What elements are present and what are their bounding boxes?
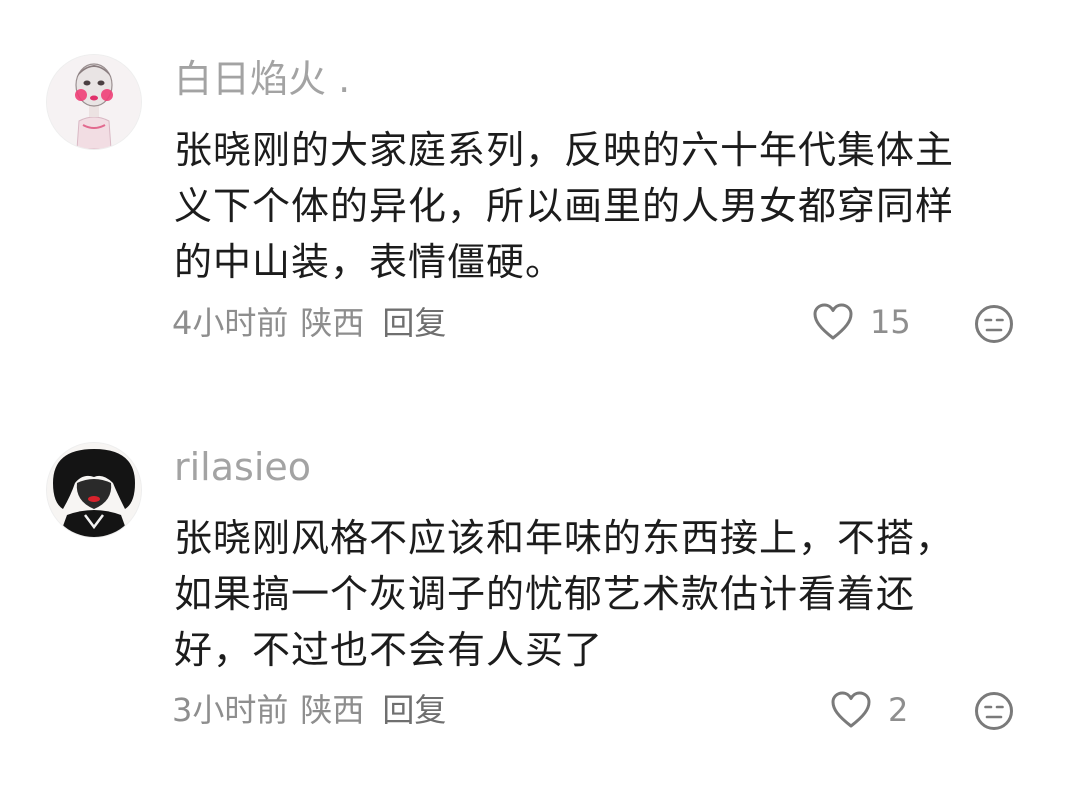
comment-item: rilasieo 张晓刚风格不应该和年味的东西接上，不搭， 如果搞一个灰调子的忧… (0, 390, 1080, 801)
username[interactable]: 白日焰火 . (174, 60, 350, 98)
comment-location: 陕西 (300, 691, 365, 729)
ink-portrait-avatar-icon (47, 443, 141, 537)
comment-text-line: 如果搞一个灰调子的忧郁艺术款估计看着还 (174, 572, 916, 616)
comment-item: 白日焰火 . 张晓刚的大家庭系列，反映的六十年代集体主 义下个体的异化，所以画里… (0, 0, 1080, 390)
heart-outline-icon (831, 691, 871, 728)
comment-text: 张晓刚的大家庭系列，反映的六十年代集体主 义下个体的异化，所以画里的人男女都穿同… (174, 122, 1024, 290)
comment-time: 4小时前 (172, 304, 289, 342)
user-avatar[interactable] (46, 54, 142, 150)
reply-button[interactable]: 回复 (382, 694, 446, 726)
face-emoji-icon (975, 692, 1013, 730)
comment-text-line: 张晓刚的大家庭系列，反映的六十年代集体主 (174, 128, 955, 172)
heart-outline-icon (813, 303, 853, 340)
emoji-reaction-button[interactable] (974, 304, 1014, 348)
pink-figure-avatar-icon (47, 55, 141, 149)
comment-text-line: 好，不过也不会有人买了 (174, 628, 604, 672)
like-count: 15 (870, 303, 911, 341)
user-avatar[interactable] (46, 442, 142, 538)
comment-text-line: 义下个体的异化，所以画里的人男女都穿同样 (174, 184, 955, 228)
comment-text-line: 的中山装，表情僵硬。 (174, 240, 565, 284)
comment-text-line: 张晓刚风格不应该和年味的东西接上，不搭， (174, 516, 955, 560)
comment-time: 3小时前 (172, 691, 289, 729)
username[interactable]: rilasieo (174, 448, 311, 486)
like-button[interactable]: 2 (830, 690, 908, 730)
emoji-reaction-button[interactable] (974, 691, 1014, 735)
comment-meta: 4小时前 陕西 回复 (172, 307, 446, 339)
comment-text: 张晓刚风格不应该和年味的东西接上，不搭， 如果搞一个灰调子的忧郁艺术款估计看着还… (174, 510, 1024, 678)
comment-meta: 3小时前 陕西 回复 (172, 694, 446, 726)
like-button[interactable]: 15 (812, 302, 911, 342)
face-emoji-icon (975, 305, 1013, 343)
reply-button[interactable]: 回复 (382, 307, 446, 339)
comment-location: 陕西 (300, 304, 365, 342)
like-count: 2 (888, 691, 909, 729)
